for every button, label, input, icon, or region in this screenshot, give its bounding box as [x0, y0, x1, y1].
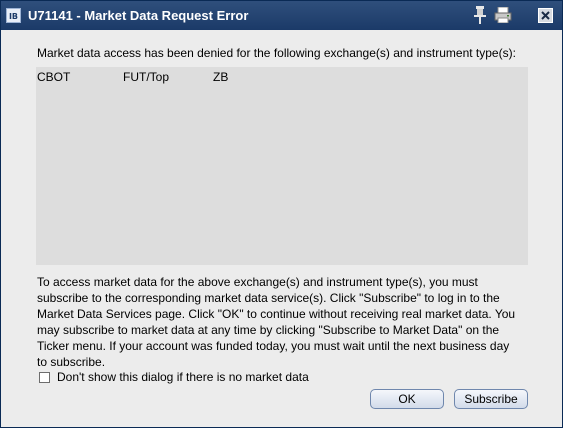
window-title: U71141 - Market Data Request Error	[28, 8, 249, 23]
app-logo-icon: IB	[6, 8, 21, 23]
close-button[interactable]	[538, 8, 553, 23]
denied-list[interactable]: CBOT FUT/Top ZB	[36, 67, 528, 265]
symbol-cell: ZB	[213, 70, 229, 84]
print-icon[interactable]	[494, 7, 512, 23]
title-bar[interactable]: IB U71141 - Market Data Request Error	[1, 1, 562, 30]
instrument-type-cell: FUT/Top	[123, 70, 170, 84]
close-icon	[541, 11, 550, 20]
dont-show-label[interactable]: Don't show this dialog if there is no ma…	[57, 370, 309, 384]
info-line: Ticker menu. If your account was funded …	[37, 339, 510, 353]
pin-icon[interactable]	[473, 6, 487, 24]
info-text: To access market data for the above exch…	[37, 274, 527, 370]
ok-button[interactable]: OK	[370, 389, 444, 409]
info-line: subscribe to the corresponding market da…	[37, 291, 500, 305]
info-line: may subscribe to market data at any time…	[37, 323, 500, 337]
info-line: Market Data Services page. Click "OK" to…	[37, 307, 516, 321]
exchange-cell: CBOT	[37, 70, 71, 84]
info-line: To access market data for the above exch…	[37, 275, 478, 289]
denied-header: Market data access has been denied for t…	[37, 46, 516, 60]
dialog-content: Market data access has been denied for t…	[1, 30, 562, 427]
info-line: to subscribe.	[37, 355, 106, 369]
market-data-error-dialog: IB U71141 - Market Data Request Error Ma…	[0, 0, 563, 428]
subscribe-button[interactable]: Subscribe	[454, 389, 528, 409]
dont-show-checkbox[interactable]	[39, 372, 50, 383]
